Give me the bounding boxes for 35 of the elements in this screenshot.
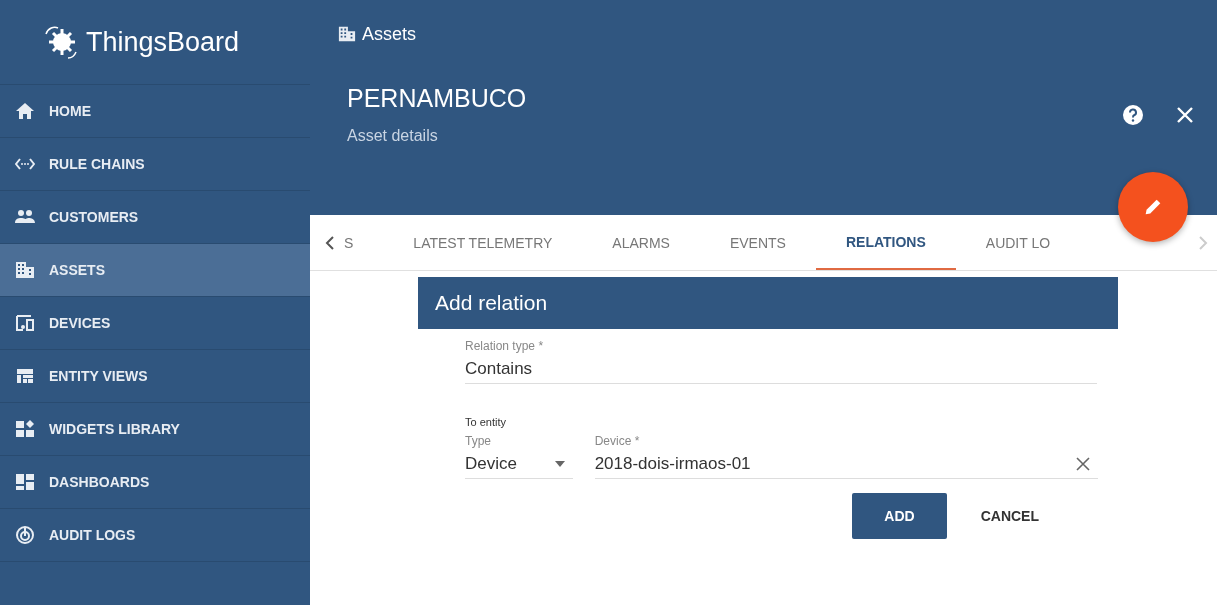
widgets-icon: [15, 419, 35, 439]
device-field[interactable]: Device * 2018-dois-irmaos-01: [594, 434, 1098, 479]
dialog-title: Add relation: [435, 291, 548, 315]
dashboard-icon: [15, 472, 35, 492]
devices-icon: [15, 313, 35, 333]
tab[interactable]: ALARMS: [582, 215, 700, 270]
nav-item[interactable]: DEVICES: [0, 297, 310, 350]
section-label: To entity: [465, 416, 507, 428]
grid-icon: [15, 366, 35, 386]
tab[interactable]: S: [336, 215, 384, 270]
help-icon[interactable]: [1121, 102, 1145, 127]
tab[interactable]: LATEST TELEMETRY: [383, 215, 583, 270]
breadcrumb-title: Assets: [362, 23, 417, 45]
tab[interactable]: EVENTS: [699, 215, 816, 270]
nav-item[interactable]: DASHBOARDS: [0, 456, 310, 509]
type-select[interactable]: Type Device: [465, 434, 573, 479]
tab[interactable]: RELATIONS: [815, 215, 956, 270]
radar-icon: [15, 525, 35, 545]
tab[interactable]: AUDIT LO: [955, 215, 1081, 270]
nav-item[interactable]: AUDIT LOGS: [0, 509, 310, 562]
dropdown-caret-icon: [554, 461, 565, 467]
home-icon: [15, 101, 35, 121]
add-button[interactable]: ADD: [852, 493, 947, 539]
nav-item[interactable]: ASSETS: [0, 244, 310, 297]
building-icon: [15, 260, 35, 280]
cancel-button[interactable]: CANCEL: [976, 493, 1043, 539]
relation-type-field[interactable]: Relation type * Contains: [465, 339, 1097, 384]
nav-item[interactable]: WIDGETS LIBRARY: [0, 403, 310, 456]
logo-text: ThingsBoard: [86, 26, 240, 58]
nav-item[interactable]: ENTITY VIEWS: [0, 350, 310, 403]
asset-subtitle: Asset details: [347, 127, 439, 145]
building-icon: [338, 25, 356, 43]
chevron-left-icon[interactable]: [324, 234, 336, 251]
clear-icon[interactable]: [1076, 457, 1090, 471]
asset-title: PERNAMBUCO: [347, 84, 528, 113]
